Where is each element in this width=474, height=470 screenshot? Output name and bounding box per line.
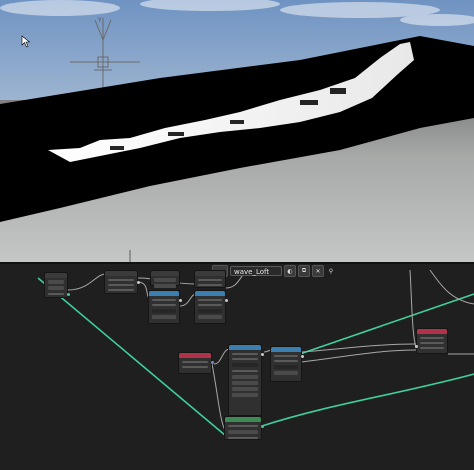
node-field[interactable] <box>182 366 208 368</box>
node-transform[interactable] <box>104 270 140 294</box>
node-field[interactable] <box>198 315 222 319</box>
node-tree-header: ▾ wave_Loft ◐ ⧉ ✕ ⚲ <box>212 264 336 278</box>
node-header <box>149 291 179 296</box>
node-field[interactable] <box>420 347 444 349</box>
node-field[interactable] <box>232 358 258 360</box>
node-field[interactable] <box>232 370 258 372</box>
node-header <box>195 291 225 296</box>
node-header <box>271 347 301 352</box>
pin-icon[interactable]: ⚲ <box>326 266 336 276</box>
node-socket[interactable] <box>261 353 264 356</box>
node-math[interactable] <box>148 290 182 324</box>
node-header <box>417 329 447 334</box>
node-output-top[interactable] <box>194 270 226 288</box>
node-value[interactable] <box>150 270 180 288</box>
node-field[interactable] <box>198 279 222 281</box>
node-header <box>45 273 67 278</box>
node-field[interactable] <box>232 353 258 355</box>
node-field[interactable] <box>198 284 222 286</box>
node-socket[interactable] <box>137 281 140 284</box>
node-field[interactable] <box>274 360 298 362</box>
node-field[interactable] <box>274 365 298 369</box>
node-field[interactable] <box>274 371 298 375</box>
node-socket[interactable] <box>67 293 70 296</box>
node-field[interactable] <box>108 279 134 281</box>
node-field[interactable] <box>154 278 176 282</box>
node-header <box>195 271 225 276</box>
node-socket[interactable] <box>415 345 418 348</box>
node-output-red[interactable] <box>415 328 448 354</box>
node-tree-name-field[interactable]: wave_Loft <box>230 266 282 276</box>
node-field[interactable] <box>232 375 258 379</box>
node-field[interactable] <box>152 299 176 301</box>
node-header <box>105 271 137 276</box>
node-field[interactable] <box>420 337 444 339</box>
node-input-list[interactable] <box>44 272 70 298</box>
node-socket[interactable] <box>179 299 182 302</box>
node-field[interactable] <box>152 309 176 313</box>
node-field[interactable] <box>108 289 134 291</box>
viewport-scene: Y <box>0 0 474 262</box>
node-header <box>179 353 211 358</box>
node-field[interactable] <box>232 363 258 367</box>
node-field[interactable] <box>48 286 64 290</box>
node-field[interactable] <box>154 284 176 288</box>
shield-icon[interactable]: ◐ <box>284 265 296 277</box>
node-field[interactable] <box>274 355 298 357</box>
node-field[interactable] <box>228 425 258 427</box>
node-combine[interactable] <box>194 290 228 324</box>
node-socket[interactable] <box>261 425 264 428</box>
node-field[interactable] <box>48 293 64 295</box>
node-field[interactable] <box>152 304 176 306</box>
node-socket[interactable] <box>225 299 228 302</box>
node-field[interactable] <box>182 361 208 363</box>
node-field[interactable] <box>198 309 222 313</box>
copy-icon[interactable]: ⧉ <box>298 265 310 277</box>
node-field[interactable] <box>152 315 176 319</box>
node-field[interactable] <box>232 387 258 391</box>
node-socket[interactable] <box>211 361 214 364</box>
node-header <box>229 345 261 350</box>
object-label: Y <box>97 17 102 24</box>
node-curve[interactable] <box>228 344 264 416</box>
node-field[interactable] <box>48 280 64 284</box>
node-field[interactable] <box>228 437 258 439</box>
node-editor[interactable]: ▾ wave_Loft ◐ ⧉ ✕ ⚲ <box>0 264 474 470</box>
close-icon[interactable]: ✕ <box>312 265 324 277</box>
node-field[interactable] <box>108 284 134 286</box>
node-resample[interactable] <box>270 346 304 382</box>
node-field[interactable] <box>198 304 222 306</box>
node-field[interactable] <box>232 381 258 385</box>
node-header <box>225 417 261 422</box>
node-socket[interactable] <box>301 355 304 358</box>
node-field[interactable] <box>232 393 258 397</box>
node-header <box>151 271 179 276</box>
node-field[interactable] <box>198 299 222 301</box>
node-input-red[interactable] <box>178 352 214 374</box>
node-field[interactable] <box>420 342 444 344</box>
node-field[interactable] <box>228 430 258 434</box>
node-geometry-output[interactable] <box>224 416 264 440</box>
3d-viewport[interactable]: Y <box>0 0 474 262</box>
